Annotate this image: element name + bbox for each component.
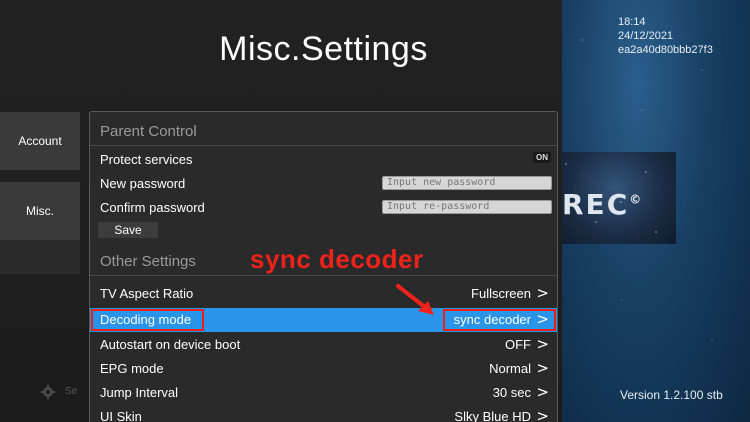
option-row-jump-interval[interactable]: Jump Interval 30 sec >: [90, 381, 557, 405]
sidebar-spacer: [0, 240, 80, 274]
chevron-right-icon: >: [536, 383, 549, 401]
new-password-field[interactable]: Input new password: [382, 176, 552, 190]
option-value: OFF: [505, 337, 531, 352]
section-title-other-settings: Other Settings: [100, 253, 196, 270]
option-label: EPG mode: [100, 361, 164, 376]
section-divider: [90, 145, 557, 146]
option-row-ui-skin[interactable]: UI Skin Slky Blue HD >: [90, 405, 557, 422]
confirm-password-row: Confirm password Input re-password: [90, 195, 557, 219]
sidebar-item-misc[interactable]: Misc.: [0, 182, 80, 240]
sidebar-item-label: Misc.: [26, 204, 54, 218]
gear-icon: [40, 384, 56, 400]
section-title-parent-control: Parent Control: [100, 123, 197, 140]
confirm-password-field[interactable]: Input re-password: [382, 200, 552, 214]
option-label: Decoding mode: [100, 312, 192, 327]
section-divider: [90, 275, 557, 276]
page-title: Misc.Settings: [219, 30, 428, 68]
sidebar-item-label: Se: [65, 386, 78, 397]
option-value: Slky Blue HD: [454, 409, 531, 422]
option-label: Jump Interval: [100, 385, 179, 400]
chevron-right-icon: >: [536, 284, 549, 302]
screen: 18:14 24/12/2021 ea2a40d80bbb27f3 REC© V…: [0, 0, 750, 422]
protect-services-toggle[interactable]: ON: [533, 152, 551, 163]
logo-text: REC©: [562, 188, 643, 221]
sidebar-item-settings[interactable]: Se: [40, 384, 80, 400]
sidebar-item-label: Account: [18, 134, 62, 148]
option-row-autostart[interactable]: Autostart on device boot OFF >: [90, 333, 557, 357]
protect-services-label: Protect services: [100, 151, 193, 167]
sidebar-item-account[interactable]: Account: [0, 112, 80, 170]
annotation-arrow-icon: [396, 284, 434, 315]
version-label: Version 1.2.100 stb: [620, 388, 723, 402]
chevron-right-icon: >: [536, 335, 549, 353]
new-password-row: New password Input new password: [90, 171, 557, 195]
option-value: sync decoder: [453, 312, 531, 327]
save-button[interactable]: Save: [98, 222, 158, 238]
option-value: Normal: [489, 361, 531, 376]
logo-mark: ©: [629, 192, 644, 207]
option-row-tv-aspect-ratio[interactable]: TV Aspect Ratio Fullscreen >: [90, 282, 557, 306]
confirm-password-label: Confirm password: [100, 199, 205, 215]
option-value: Fullscreen: [471, 286, 531, 301]
option-value: 30 sec: [492, 385, 531, 400]
brand-logo: REC©: [556, 152, 676, 244]
option-label: Autostart on device boot: [100, 337, 241, 352]
new-password-label: New password: [100, 175, 186, 191]
option-label: UI Skin: [100, 409, 142, 422]
option-label: TV Aspect Ratio: [100, 286, 194, 301]
logo-word: REC: [562, 188, 630, 221]
option-row-decoding-mode[interactable]: Decoding mode sync decoder >: [90, 308, 557, 332]
chevron-right-icon: >: [536, 310, 549, 328]
settings-main: Misc.Settings Account Misc. Se Parent Co…: [0, 0, 562, 422]
clock-time: 18:14: [618, 16, 646, 28]
chevron-right-icon: >: [536, 359, 549, 377]
chevron-right-icon: >: [536, 407, 549, 422]
annotation-label: sync decoder: [250, 244, 424, 274]
protect-services-row[interactable]: Protect services ON: [90, 147, 557, 171]
option-row-epg-mode[interactable]: EPG mode Normal >: [90, 357, 557, 381]
